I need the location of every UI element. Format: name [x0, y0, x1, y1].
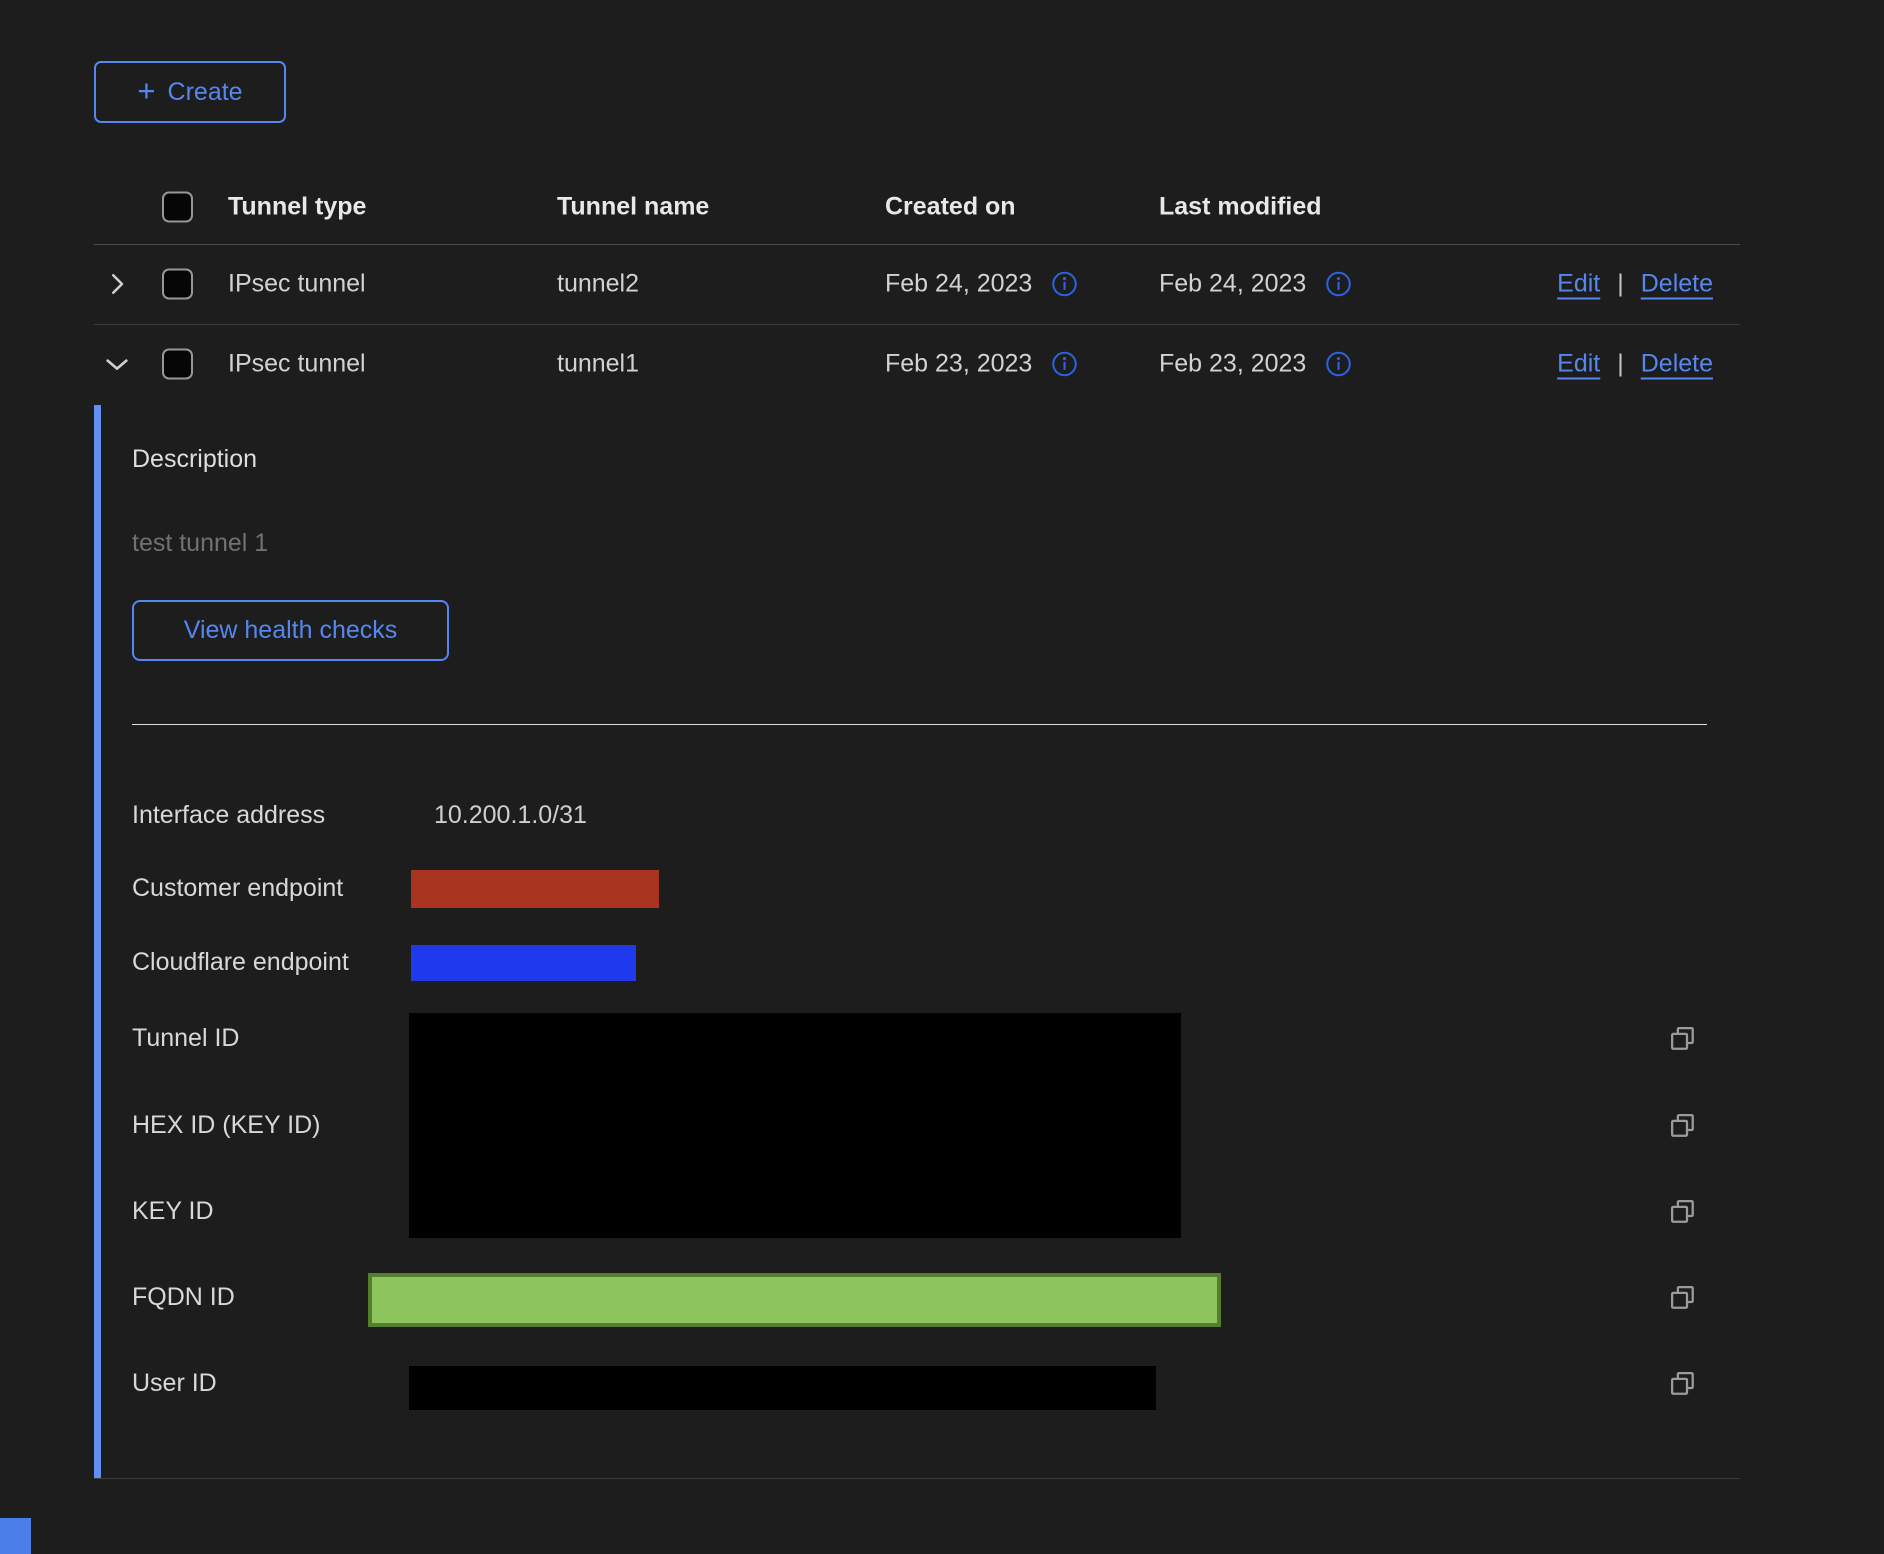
actions-separator: | — [1617, 350, 1624, 379]
bottom-left-accent-square — [0, 1518, 31, 1554]
last-modified-cell: Feb 24, 2023 — [1159, 270, 1352, 299]
created-on-cell: Feb 23, 2023 — [885, 350, 1078, 379]
copy-icon[interactable] — [1665, 1108, 1701, 1144]
delete-link[interactable]: Delete — [1641, 270, 1713, 299]
user-id-redacted-value — [409, 1366, 1156, 1410]
tunnel-name-cell: tunnel1 — [557, 350, 639, 379]
cloudflare-endpoint-label: Cloudflare endpoint — [132, 948, 349, 977]
created-on-date: Feb 23, 2023 — [885, 350, 1032, 379]
tunnel-name-cell: tunnel2 — [557, 270, 639, 299]
created-on-date: Feb 24, 2023 — [885, 270, 1032, 299]
chevron-down-icon[interactable] — [100, 347, 134, 381]
copy-icon[interactable] — [1665, 1366, 1701, 1402]
delete-link[interactable]: Delete — [1641, 350, 1713, 379]
edit-link[interactable]: Edit — [1557, 350, 1600, 379]
edit-link[interactable]: Edit — [1557, 270, 1600, 299]
view-health-checks-button[interactable]: View health checks — [132, 600, 449, 661]
chevron-right-icon[interactable] — [100, 267, 134, 301]
last-modified-date: Feb 24, 2023 — [1159, 270, 1306, 299]
panel-bottom-divider — [94, 1478, 1740, 1479]
info-circle-icon[interactable] — [1325, 351, 1352, 378]
row-checkbox[interactable] — [162, 349, 193, 380]
table-row-tunnel2: IPsec tunnel tunnel2 Feb 24, 2023 Feb 24… — [94, 244, 1740, 324]
copy-icon[interactable] — [1665, 1194, 1701, 1230]
last-modified-date: Feb 23, 2023 — [1159, 350, 1306, 379]
interface-address-label: Interface address — [132, 801, 325, 830]
ids-redacted-values — [409, 1013, 1181, 1238]
created-on-cell: Feb 24, 2023 — [885, 270, 1078, 299]
tunnel-id-label: Tunnel ID — [132, 1024, 239, 1053]
copy-icon[interactable] — [1665, 1280, 1701, 1316]
customer-endpoint-label: Customer endpoint — [132, 874, 343, 903]
user-id-label: User ID — [132, 1369, 217, 1398]
description-value: test tunnel 1 — [132, 529, 268, 558]
row-checkbox[interactable] — [162, 269, 193, 300]
row-actions: Edit | Delete — [1557, 350, 1713, 379]
fqdn-id-label: FQDN ID — [132, 1283, 235, 1312]
description-label: Description — [132, 445, 257, 474]
info-circle-icon[interactable] — [1051, 351, 1078, 378]
plus-icon: + — [137, 75, 155, 106]
fqdn-id-redacted-value — [368, 1273, 1221, 1327]
interface-address-value: 10.200.1.0/31 — [434, 801, 587, 830]
ipsec-tunnels-page: + Create Tunnel type Tunnel name Created… — [0, 0, 1884, 1554]
detail-divider — [132, 724, 1707, 725]
hex-id-label: HEX ID (KEY ID) — [132, 1111, 320, 1140]
key-id-label: KEY ID — [132, 1197, 214, 1226]
copy-icon[interactable] — [1665, 1021, 1701, 1057]
actions-separator: | — [1617, 270, 1624, 299]
last-modified-cell: Feb 23, 2023 — [1159, 350, 1352, 379]
header-last-modified: Last modified — [1159, 192, 1322, 221]
cloudflare-endpoint-redacted-value — [411, 945, 636, 981]
tunnel-type-cell: IPsec tunnel — [228, 270, 366, 299]
info-circle-icon[interactable] — [1051, 271, 1078, 298]
table-header-row: Tunnel type Tunnel name Created on Last … — [94, 169, 1740, 244]
row-actions: Edit | Delete — [1557, 270, 1713, 299]
expanded-row-indicator-bar — [94, 405, 101, 1478]
create-button[interactable]: + Create — [94, 61, 286, 123]
create-button-label: Create — [168, 78, 243, 107]
header-created-on: Created on — [885, 192, 1016, 221]
header-tunnel-name: Tunnel name — [557, 192, 709, 221]
info-circle-icon[interactable] — [1325, 271, 1352, 298]
select-all-checkbox[interactable] — [162, 191, 193, 222]
table-row-tunnel1: IPsec tunnel tunnel1 Feb 23, 2023 Feb 23… — [94, 324, 1740, 404]
header-tunnel-type: Tunnel type — [228, 192, 366, 221]
customer-endpoint-redacted-value — [411, 870, 659, 908]
tunnel-type-cell: IPsec tunnel — [228, 350, 366, 379]
